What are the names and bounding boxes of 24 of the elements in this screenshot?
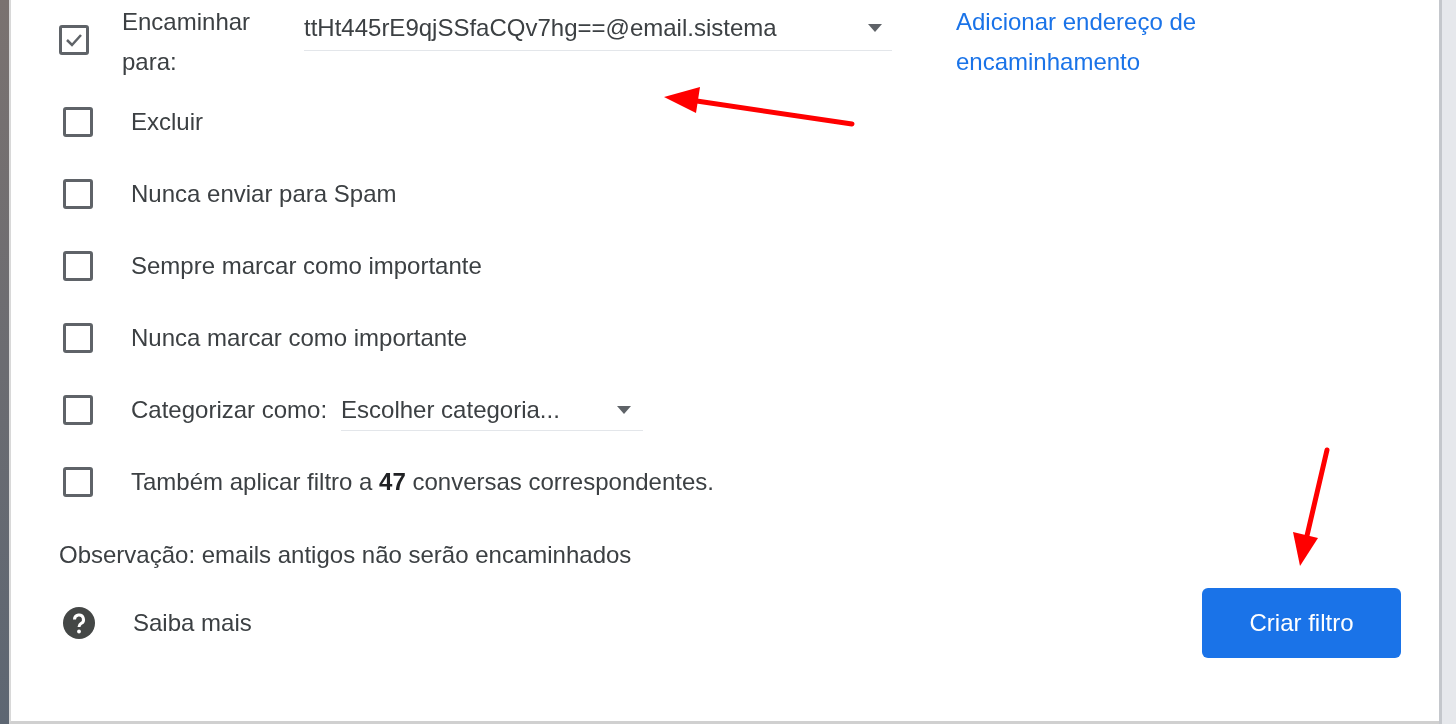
- checkbox[interactable]: [63, 251, 93, 281]
- checkbox[interactable]: [59, 25, 89, 55]
- add-forwarding-address-link[interactable]: Adicionar endereço de encaminhamento: [956, 2, 1276, 82]
- checkbox[interactable]: [63, 467, 93, 497]
- forward-address-select[interactable]: ttHt445rE9qjSSfaCQv7hg==@email.sistema: [304, 5, 892, 51]
- dropdown-caret-icon: [617, 405, 632, 414]
- option-label: Excluir: [131, 108, 203, 136]
- checkbox[interactable]: [63, 179, 93, 209]
- checkbox[interactable]: [63, 395, 93, 425]
- option-label: Nunca enviar para Spam: [131, 180, 397, 208]
- note-text: Observação: emails antigos não serão encaminhados: [59, 540, 633, 570]
- dropdown-caret-icon: [868, 23, 882, 32]
- category-select[interactable]: Escolher categoria...: [341, 389, 644, 431]
- forward-label: Encaminhar para:: [122, 7, 252, 77]
- learn-more-link[interactable]: Saiba mais: [133, 609, 252, 637]
- check-icon: [65, 33, 83, 47]
- option-label: Também aplicar filtro a 47 conversas correspondentes.: [131, 468, 714, 496]
- option-label: Sempre marcar como importante: [131, 252, 482, 280]
- help-icon[interactable]: [63, 607, 95, 639]
- checkbox[interactable]: [63, 107, 93, 137]
- create-filter-button[interactable]: Criar filtro: [1202, 588, 1401, 658]
- option-label: Nunca marcar como importante: [131, 324, 468, 352]
- checkbox[interactable]: [63, 323, 93, 353]
- option-label: Categorizar como:: [131, 396, 328, 424]
